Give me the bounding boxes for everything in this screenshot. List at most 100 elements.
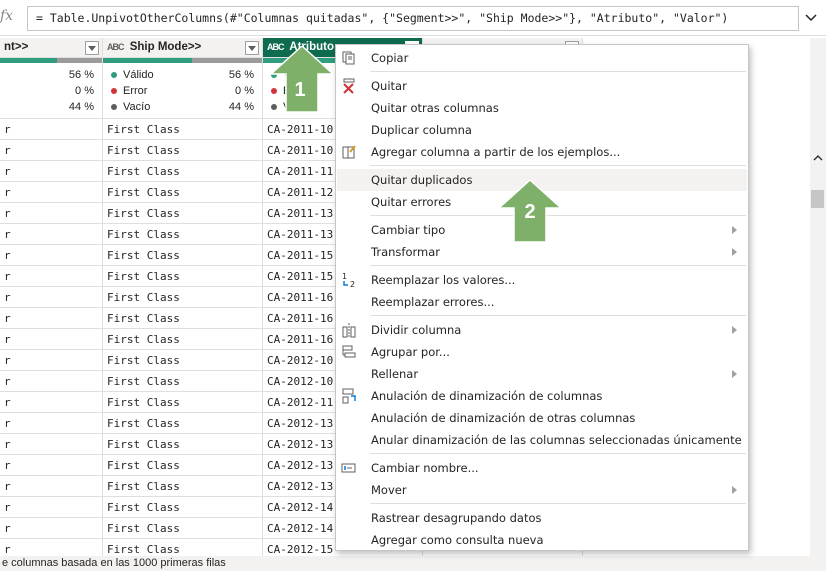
callout-arrow-1: 1: [271, 46, 333, 112]
menu-item-label: Quitar duplicados: [371, 173, 473, 187]
table-cell[interactable]: r: [0, 224, 102, 245]
chevron-right-icon: [732, 226, 737, 234]
callout-arrow-2: 2: [499, 180, 561, 242]
column-header-segment[interactable]: nt>>: [0, 38, 102, 58]
menu-item-duplicar-columna[interactable]: Duplicar columna: [337, 119, 747, 141]
table-cell[interactable]: First Class: [103, 140, 262, 161]
text-type-icon[interactable]: ABC: [107, 42, 124, 52]
table-cell[interactable]: First Class: [103, 287, 262, 308]
menu-item-label: Rastrear desagrupando datos: [371, 511, 542, 525]
menu-item-reemplazar-los-valores[interactable]: 1 2 Reemplazar los valores...: [337, 269, 747, 291]
table-cell[interactable]: First Class: [103, 266, 262, 287]
table-cell[interactable]: First Class: [103, 413, 262, 434]
menu-item-label: Mover: [371, 483, 407, 497]
menu-item-mover[interactable]: Mover: [337, 479, 747, 501]
table-cell[interactable]: First Class: [103, 455, 262, 476]
remove-column-icon: [343, 78, 355, 94]
table-cell[interactable]: First Class: [103, 434, 262, 455]
table-cell[interactable]: First Class: [103, 350, 262, 371]
table-cell[interactable]: r: [0, 497, 102, 518]
error-label: Error: [123, 85, 148, 97]
menu-item-cambiar-nombre[interactable]: Cambiar nombre...: [337, 457, 747, 479]
menu-item-copiar[interactable]: Copiar: [337, 47, 747, 69]
table-cell[interactable]: r: [0, 350, 102, 371]
menu-separator: [370, 165, 746, 166]
unpivot-icon: [342, 388, 356, 404]
table-cell[interactable]: r: [0, 119, 102, 140]
chevron-down-icon[interactable]: [802, 9, 820, 27]
table-cell[interactable]: r: [0, 245, 102, 266]
menu-item-rastrear-desagrupando-datos[interactable]: Rastrear desagrupando datos: [337, 507, 747, 529]
table-cell[interactable]: First Class: [103, 203, 262, 224]
table-cell[interactable]: r: [0, 455, 102, 476]
table-cell[interactable]: r: [0, 392, 102, 413]
fx-icon: fx: [0, 8, 14, 24]
table-cell[interactable]: r: [0, 287, 102, 308]
table-cell[interactable]: r: [0, 476, 102, 497]
menu-item-reemplazar-errores[interactable]: Reemplazar errores...: [337, 291, 747, 313]
vertical-scrollbar[interactable]: [810, 38, 826, 570]
table-cell[interactable]: First Class: [103, 518, 262, 539]
menu-item-quitar-otras-columnas[interactable]: Quitar otras columnas: [337, 97, 747, 119]
menu-item-agregar-columna-a-partir-de-los-ejemplos[interactable]: Agregar columna a partir de los ejemplos…: [337, 141, 747, 163]
column-cells: First Class First Class First Class First C…: [103, 119, 262, 556]
menu-separator: [370, 315, 746, 316]
table-cell[interactable]: r: [0, 413, 102, 434]
table-cell[interactable]: First Class: [103, 329, 262, 350]
scrollbar-thumb[interactable]: [811, 190, 824, 208]
table-cell[interactable]: First Class: [103, 245, 262, 266]
table-cell[interactable]: r: [0, 518, 102, 539]
callout-label: 2: [524, 201, 535, 223]
menu-item-rellenar[interactable]: Rellenar: [337, 363, 747, 385]
menu-item-label: Transformar: [371, 245, 440, 259]
menu-item-label: Quitar otras columnas: [371, 101, 499, 115]
table-cell[interactable]: r: [0, 161, 102, 182]
menu-item-anular-dinamizacion-de-las-columnas-seleccionadas-unicamente[interactable]: Anular dinamización de las columnas sele…: [337, 429, 747, 451]
table-cell[interactable]: First Class: [103, 224, 262, 245]
menu-item-anulacion-de-dinamizacion-de-otras-columnas[interactable]: Anulación de dinamización de otras colum…: [337, 407, 747, 429]
empty-dot: [111, 104, 117, 111]
error-dot: [111, 88, 117, 95]
error-pct: 0 %: [75, 85, 94, 97]
menu-item-transformar[interactable]: Transformar: [337, 241, 747, 263]
formula-input[interactable]: = Table.UnpivotOtherColumns(#"Columnas q…: [27, 6, 799, 31]
table-cell[interactable]: First Class: [103, 182, 262, 203]
table-cell[interactable]: First Class: [103, 371, 262, 392]
menu-item-label: Agregar columna a partir de los ejemplos…: [371, 145, 621, 159]
table-cell[interactable]: First Class: [103, 308, 262, 329]
menu-item-label: Duplicar columna: [371, 123, 472, 137]
scroll-up-icon[interactable]: [813, 155, 823, 161]
formula-bar: fx = Table.UnpivotOtherColumns(#"Columna…: [0, 0, 826, 36]
chevron-down-icon: [88, 46, 96, 51]
menu-item-dividir-columna[interactable]: Dividir columna: [337, 319, 747, 341]
table-cell[interactable]: r: [0, 434, 102, 455]
table-cell[interactable]: First Class: [103, 539, 262, 556]
copy-icon: [342, 51, 355, 65]
column-filter-dropdown[interactable]: [245, 41, 259, 55]
table-cell[interactable]: First Class: [103, 497, 262, 518]
menu-item-label: Anulación de dinamización de columnas: [371, 389, 603, 403]
menu-item-anulacion-de-dinamizacion-de-columnas[interactable]: Anulación de dinamización de columnas: [337, 385, 747, 407]
menu-item-agregar-como-consulta-nueva[interactable]: Agregar como consulta nueva: [337, 529, 747, 551]
table-cell[interactable]: First Class: [103, 392, 262, 413]
callout-label: 1: [294, 79, 305, 101]
menu-item-label: Quitar: [371, 79, 407, 93]
table-cell[interactable]: r: [0, 203, 102, 224]
table-cell[interactable]: r: [0, 329, 102, 350]
column-filter-dropdown[interactable]: [85, 41, 99, 55]
table-cell[interactable]: r: [0, 266, 102, 287]
table-cell[interactable]: r: [0, 539, 102, 556]
table-cell[interactable]: First Class: [103, 161, 262, 182]
table-cell[interactable]: r: [0, 182, 102, 203]
menu-item-agrupar-por[interactable]: Agrupar por...: [337, 341, 747, 363]
table-cell[interactable]: r: [0, 371, 102, 392]
empty-pct: 44 %: [68, 101, 94, 113]
table-cell[interactable]: First Class: [103, 476, 262, 497]
table-cell[interactable]: r: [0, 308, 102, 329]
table-cell[interactable]: First Class: [103, 119, 262, 140]
menu-item-quitar[interactable]: Quitar: [337, 75, 747, 97]
table-cell[interactable]: r: [0, 140, 102, 161]
chevron-right-icon: [732, 370, 737, 378]
column-header-ship-mode[interactable]: ABC Ship Mode>>: [103, 38, 262, 58]
status-bar: e columnas basada en las 1000 primeras f…: [0, 556, 826, 571]
